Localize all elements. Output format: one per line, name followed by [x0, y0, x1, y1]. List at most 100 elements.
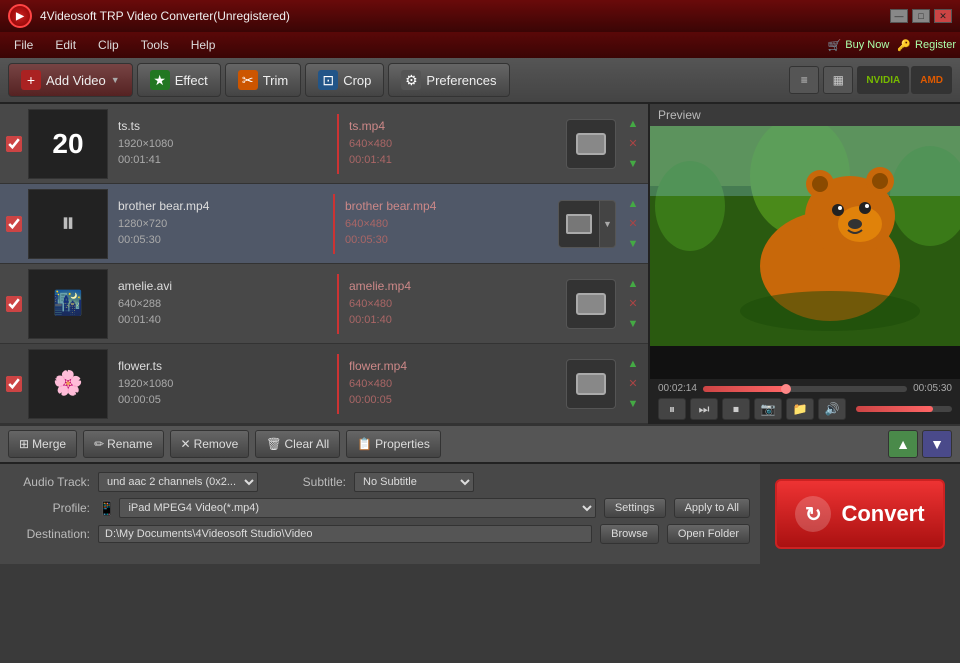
list-view-button[interactable]: ≡ [789, 66, 819, 94]
grid-view-button[interactable]: ▦ [823, 66, 853, 94]
progress-track[interactable] [703, 386, 907, 392]
bottom-toolbar: ⊞ Merge ✏ Rename ✕ Remove 🗑 Clear All 📋 … [0, 424, 960, 464]
crop-button[interactable]: ⊡ Crop [305, 63, 384, 97]
row-down-3[interactable]: ▼ [624, 315, 642, 333]
row-down-4[interactable]: ▼ [624, 395, 642, 413]
row-down-2[interactable]: ▼ [624, 235, 642, 253]
folder-button[interactable]: 📁 [786, 398, 814, 420]
maximize-button[interactable]: □ [912, 9, 930, 23]
volume-track[interactable] [856, 406, 952, 412]
menubar: File Edit Clip Tools Help Buy Now Regist… [0, 32, 960, 58]
format-dropdown-2: ▼ [558, 200, 616, 248]
thumbnail-4: 🌸 [28, 349, 108, 419]
move-up-button[interactable]: ▲ [888, 430, 918, 458]
trim-label: Trim [263, 73, 289, 88]
row-checkbox-1[interactable] [6, 136, 22, 152]
row-down-1[interactable]: ▼ [624, 155, 642, 173]
audio-track-select[interactable]: und aac 2 channels (0x2... [98, 472, 258, 492]
merge-label: Merge [32, 437, 66, 451]
table-row: ⏸ brother bear.mp4 1280×720 00:05:30 bro… [0, 184, 648, 264]
buy-now-button[interactable]: Buy Now [828, 39, 890, 52]
row-checkbox-3[interactable] [6, 296, 22, 312]
row-delete-2[interactable]: ✕ [624, 215, 642, 233]
open-folder-button[interactable]: Open Folder [667, 524, 750, 544]
row-up-1[interactable]: ▲ [624, 115, 642, 133]
remove-label: Remove [194, 437, 239, 451]
format-button-3[interactable] [566, 279, 616, 329]
output-meta-1: 640×480 00:01:41 [349, 136, 558, 169]
trim-icon: ✂ [238, 70, 258, 90]
convert-icon: ↻ [795, 496, 831, 532]
row-delete-1[interactable]: ✕ [624, 135, 642, 153]
stop-button[interactable]: ⏹ [722, 398, 750, 420]
table-row: 20 ts.ts 1920×1080 00:01:41 ts.mp4 640×4… [0, 104, 648, 184]
row-up-3[interactable]: ▲ [624, 275, 642, 293]
playback-controls: ⏸ ⏭ ⏹ 📷 📁 🔊 [658, 398, 952, 420]
trim-button[interactable]: ✂ Trim [225, 63, 302, 97]
subtitle-select[interactable]: No Subtitle [354, 472, 474, 492]
effect-button[interactable]: ★ Effect [137, 63, 221, 97]
window-controls: — □ ✕ [890, 9, 952, 23]
merge-button[interactable]: ⊞ Merge [8, 430, 77, 458]
row-up-2[interactable]: ▲ [624, 195, 642, 213]
nvidia-button[interactable]: NVIDIA [857, 66, 909, 94]
row-checkbox-2[interactable] [6, 216, 22, 232]
format-drop-2[interactable]: ▼ [600, 200, 616, 248]
menu-edit[interactable]: Edit [45, 36, 86, 54]
destination-input[interactable] [98, 525, 592, 543]
move-down-button[interactable]: ▼ [922, 430, 952, 458]
row-actions-2: ▲ ✕ ▼ [624, 195, 642, 253]
volume-button[interactable]: 🔊 [818, 398, 846, 420]
menu-clip[interactable]: Clip [88, 36, 129, 54]
add-video-button[interactable]: + Add Video ▼ [8, 63, 133, 97]
audio-subtitle-row: Audio Track: und aac 2 channels (0x2... … [10, 472, 750, 492]
menu-help[interactable]: Help [181, 36, 226, 54]
add-video-label: Add Video [46, 73, 106, 88]
convert-button[interactable]: ↻ Convert [775, 479, 945, 549]
row-delete-4[interactable]: ✕ [624, 375, 642, 393]
output-meta-3: 640×480 00:01:40 [349, 296, 558, 329]
view-buttons: ≡ ▦ [789, 66, 853, 94]
row-checkbox-4[interactable] [6, 376, 22, 392]
filename-2: brother bear.mp4 [118, 199, 323, 213]
properties-button[interactable]: 📋 Properties [346, 430, 441, 458]
amd-button[interactable]: AMD [911, 66, 952, 94]
rename-button[interactable]: ✏ Rename [83, 430, 163, 458]
apply-to-all-button[interactable]: Apply to All [674, 498, 750, 518]
register-button[interactable]: Register [897, 39, 956, 52]
clear-all-button[interactable]: 🗑 Clear All [255, 430, 340, 458]
bottom-area: Audio Track: und aac 2 channels (0x2... … [0, 464, 960, 564]
pause-button[interactable]: ⏸ [658, 398, 686, 420]
preferences-button[interactable]: ⚙ Preferences [388, 63, 509, 97]
remove-icon: ✕ [181, 437, 191, 451]
gpu-buttons: NVIDIA AMD [857, 66, 952, 94]
add-video-dropdown-arrow[interactable]: ▼ [111, 75, 120, 85]
crop-icon: ⊡ [318, 70, 338, 90]
format-button-1[interactable] [566, 119, 616, 169]
time-bar: 00:02:14 00:05:30 [658, 383, 952, 394]
effect-icon: ★ [150, 70, 170, 90]
menu-tools[interactable]: Tools [131, 36, 179, 54]
move-buttons: ▲ ▼ [888, 430, 952, 458]
minimize-button[interactable]: — [890, 9, 908, 23]
preview-label: Preview [650, 104, 960, 126]
profile-select[interactable]: iPad MPEG4 Video(*.mp4) [119, 498, 595, 518]
settings-button[interactable]: Settings [604, 498, 666, 518]
filename-1: ts.ts [118, 119, 327, 133]
step-forward-button[interactable]: ⏭ [690, 398, 718, 420]
thumbnail-3: 🌃 [28, 269, 108, 339]
row-up-4[interactable]: ▲ [624, 355, 642, 373]
format-main-2[interactable] [558, 200, 600, 248]
output-info-2: brother bear.mp4 640×480 00:05:30 [345, 199, 550, 249]
remove-button[interactable]: ✕ Remove [170, 430, 250, 458]
menu-file[interactable]: File [4, 36, 43, 54]
output-meta-4: 640×480 00:00:05 [349, 376, 558, 409]
screenshot-button[interactable]: 📷 [754, 398, 782, 420]
output-name-3: amelie.mp4 [349, 279, 558, 293]
format-button-4[interactable] [566, 359, 616, 409]
tablet-icon-4 [576, 373, 606, 395]
browse-button[interactable]: Browse [600, 524, 659, 544]
output-name-1: ts.mp4 [349, 119, 558, 133]
row-delete-3[interactable]: ✕ [624, 295, 642, 313]
close-button[interactable]: ✕ [934, 9, 952, 23]
